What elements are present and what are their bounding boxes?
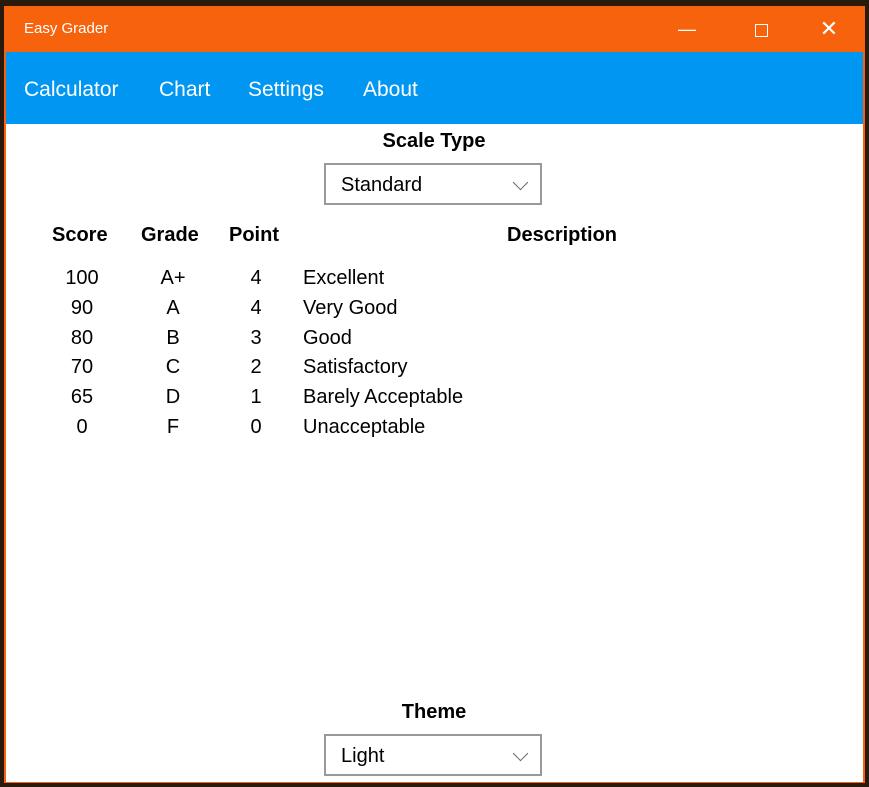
chevron-down-icon bbox=[513, 746, 529, 762]
point-cell: 1 bbox=[226, 386, 286, 409]
scale-type-dropdown[interactable]: Standard bbox=[324, 163, 542, 205]
table-row: 90 A 4 Very Good bbox=[6, 297, 863, 327]
table-row: 80 B 3 Good bbox=[6, 327, 863, 357]
title-bar: Easy Grader — ✕ bbox=[4, 6, 865, 52]
grade-cell: F bbox=[143, 416, 203, 439]
minimize-button[interactable]: — bbox=[667, 14, 707, 44]
window-title: Easy Grader bbox=[24, 20, 108, 37]
header-point: Point bbox=[229, 224, 279, 247]
table-row: 0 F 0 Unacceptable bbox=[6, 416, 863, 446]
score-cell: 80 bbox=[52, 327, 112, 350]
theme-value: Light bbox=[341, 745, 384, 768]
score-cell: 0 bbox=[52, 416, 112, 439]
scale-type-label: Scale Type bbox=[334, 130, 534, 153]
description-cell: Unacceptable bbox=[303, 416, 425, 439]
maximize-button[interactable] bbox=[741, 14, 781, 44]
tab-settings[interactable]: Settings bbox=[248, 78, 324, 102]
grade-cell: A bbox=[143, 297, 203, 320]
header-score: Score bbox=[52, 224, 108, 247]
point-cell: 4 bbox=[226, 297, 286, 320]
description-cell: Good bbox=[303, 327, 352, 350]
header-description: Description bbox=[507, 224, 617, 247]
point-cell: 2 bbox=[226, 356, 286, 379]
settings-page: Scale Type Standard Score Grade Point De… bbox=[6, 124, 863, 782]
tab-chart[interactable]: Chart bbox=[159, 78, 210, 102]
theme-label: Theme bbox=[334, 701, 534, 724]
score-cell: 70 bbox=[52, 356, 112, 379]
theme-dropdown[interactable]: Light bbox=[324, 734, 542, 776]
point-cell: 0 bbox=[226, 416, 286, 439]
description-cell: Very Good bbox=[303, 297, 398, 320]
app-window: Easy Grader — ✕ Calculator Chart Setting… bbox=[4, 6, 865, 783]
maximize-icon bbox=[755, 24, 768, 37]
tab-calculator[interactable]: Calculator bbox=[24, 78, 119, 102]
chevron-down-icon bbox=[513, 175, 529, 191]
tab-about[interactable]: About bbox=[363, 78, 418, 102]
close-button[interactable]: ✕ bbox=[809, 14, 849, 44]
point-cell: 3 bbox=[226, 327, 286, 350]
nav-bar: Calculator Chart Settings About bbox=[6, 52, 863, 124]
header-grade: Grade bbox=[141, 224, 199, 247]
description-cell: Excellent bbox=[303, 267, 384, 290]
grade-cell: A+ bbox=[143, 267, 203, 290]
point-cell: 4 bbox=[226, 267, 286, 290]
table-row: 70 C 2 Satisfactory bbox=[6, 356, 863, 386]
table-row: 100 A+ 4 Excellent bbox=[6, 267, 863, 297]
table-row: 65 D 1 Barely Acceptable bbox=[6, 386, 863, 416]
score-cell: 65 bbox=[52, 386, 112, 409]
description-cell: Barely Acceptable bbox=[303, 386, 463, 409]
scale-type-value: Standard bbox=[341, 174, 422, 197]
score-cell: 90 bbox=[52, 297, 112, 320]
grade-cell: B bbox=[143, 327, 203, 350]
score-cell: 100 bbox=[52, 267, 112, 290]
description-cell: Satisfactory bbox=[303, 356, 407, 379]
grade-cell: C bbox=[143, 356, 203, 379]
grade-cell: D bbox=[143, 386, 203, 409]
